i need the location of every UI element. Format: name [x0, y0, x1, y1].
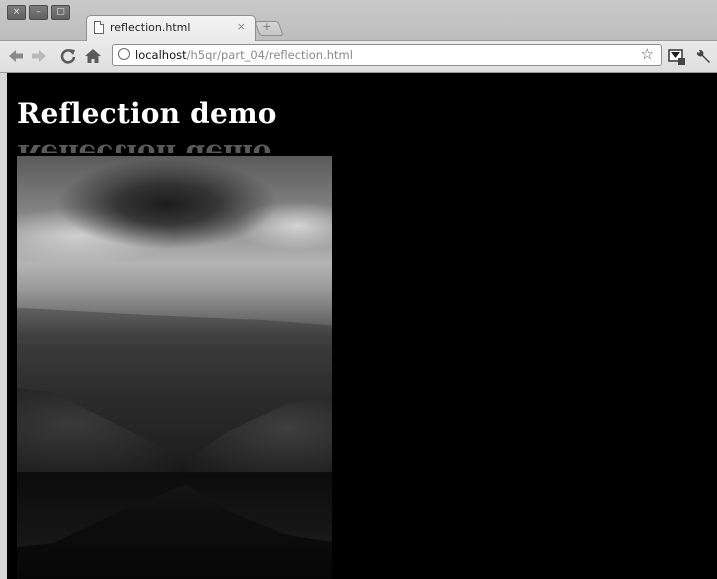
landscape-photo [17, 156, 332, 472]
settings-wrench-button[interactable] [694, 48, 712, 66]
left-hill [17, 388, 197, 472]
bookmark-star-icon[interactable]: ☆ [641, 45, 654, 63]
distant-shore [17, 307, 332, 340]
home-icon [85, 49, 101, 63]
back-button[interactable] [7, 47, 25, 65]
url-text[interactable]: localhost/h5qr/part_04/reflection.html [135, 48, 353, 62]
right-hill [182, 396, 332, 472]
window-minimize-button[interactable]: – [29, 5, 48, 20]
photo-reflection [17, 472, 332, 579]
reflected-right-hill [182, 472, 332, 542]
page-menu-button[interactable] [668, 48, 686, 66]
page-icon [94, 21, 104, 34]
page-menu-icon [668, 49, 685, 65]
heading-reflection-text: Reflection demo [17, 143, 271, 153]
forward-button[interactable] [30, 47, 48, 65]
browser-tab-active[interactable]: reflection.html × [86, 15, 256, 41]
window-maximize-button[interactable]: □ [51, 5, 70, 20]
address-bar[interactable]: localhost/h5qr/part_04/reflection.html ☆ [112, 44, 662, 66]
url-path: /h5qr/part_04/reflection.html [186, 48, 353, 62]
window-close-button[interactable]: × [7, 5, 26, 20]
maximize-icon: □ [56, 7, 65, 17]
close-icon: × [12, 7, 21, 17]
browser-toolbar: localhost/h5qr/part_04/reflection.html ☆ [0, 41, 717, 73]
heading-reflection: Reflection demo [7, 143, 307, 153]
window-titlebar: × – □ reflection.html × + [0, 0, 717, 41]
wrench-icon [696, 49, 710, 63]
forward-arrow-icon [32, 50, 46, 62]
home-button[interactable] [84, 47, 102, 65]
plus-icon: + [262, 20, 272, 33]
reload-button[interactable] [59, 47, 77, 65]
url-host: localhost [135, 48, 187, 62]
reload-icon [60, 49, 76, 64]
minimize-icon: – [36, 7, 41, 17]
back-arrow-icon [9, 50, 23, 62]
globe-icon [118, 48, 130, 60]
tab-title: reflection.html [110, 21, 191, 34]
page-heading: Reflection demo [17, 97, 277, 130]
new-tab-button[interactable]: + [254, 20, 284, 36]
tab-close-icon[interactable]: × [237, 20, 246, 33]
page-viewport: Reflection demo Reflection demo [7, 73, 717, 579]
reflected-left-hill [17, 472, 197, 547]
